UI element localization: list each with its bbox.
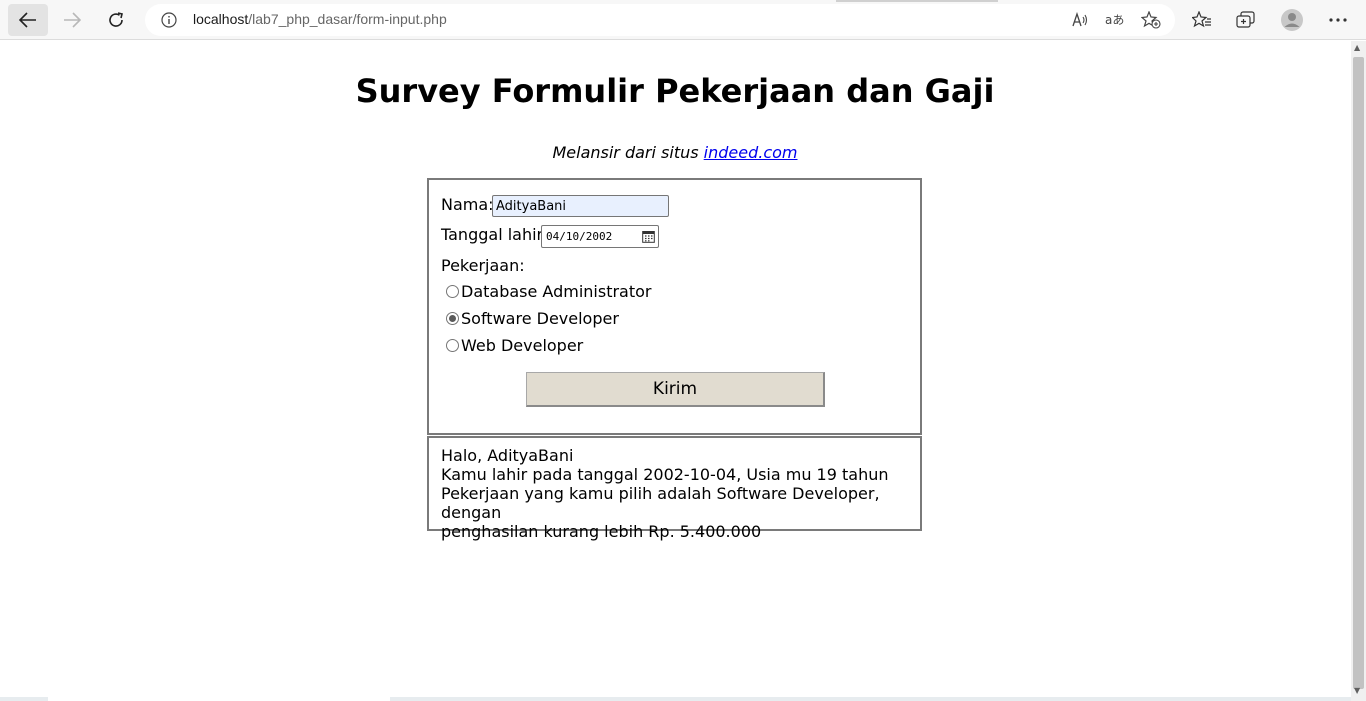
nama-label: Nama: bbox=[441, 195, 494, 214]
calendar-icon[interactable] bbox=[642, 230, 655, 243]
scroll-thumb[interactable] bbox=[1353, 57, 1364, 689]
reload-icon bbox=[109, 12, 123, 27]
source-line: Melansir dari situs indeed.com bbox=[0, 143, 1350, 162]
tab-indicator bbox=[836, 0, 998, 2]
nama-input[interactable] bbox=[492, 195, 669, 217]
info-icon[interactable] bbox=[161, 12, 177, 32]
option-label: Web Developer bbox=[461, 336, 584, 355]
back-button[interactable] bbox=[8, 4, 48, 36]
source-prefix: Melansir dari situs bbox=[552, 143, 699, 162]
result-panel: Halo, AdityaBani Kamu lahir pada tanggal… bbox=[427, 436, 922, 541]
survey-form: Nama: Tanggal lahir: 04/10/2002 Pekerjaa… bbox=[427, 178, 922, 435]
option-label: Software Developer bbox=[461, 309, 619, 328]
kirim-button[interactable]: Kirim bbox=[526, 372, 825, 407]
read-aloud-icon[interactable] bbox=[1070, 11, 1090, 29]
arrow-right-icon bbox=[64, 12, 81, 28]
forward-button[interactable] bbox=[52, 4, 92, 36]
page-title: Survey Formulir Pekerjaan dan Gaji bbox=[355, 72, 995, 110]
source-link[interactable]: indeed.com bbox=[704, 143, 798, 162]
arrow-left-icon bbox=[19, 12, 36, 28]
tanggal-input[interactable]: 04/10/2002 bbox=[541, 225, 659, 248]
radio-option-web-developer[interactable]: Web Developer bbox=[446, 336, 583, 355]
taskbar-edge bbox=[0, 697, 1351, 701]
radio-button[interactable] bbox=[446, 339, 459, 352]
pekerjaan-label: Pekerjaan: bbox=[441, 256, 525, 275]
vertical-scrollbar[interactable]: ▲ ▼ bbox=[1351, 41, 1366, 701]
result-greeting: Halo, AdityaBani bbox=[441, 446, 574, 465]
url-path: /lab7_php_dasar/form-input.php bbox=[248, 11, 447, 27]
radio-option-software-developer[interactable]: Software Developer bbox=[446, 309, 619, 328]
address-bar[interactable]: localhost/lab7_php_dasar/form-input.php … bbox=[145, 4, 1175, 36]
radio-button-selected[interactable] bbox=[446, 312, 459, 325]
result-birth-info: Kamu lahir pada tanggal 2002-10-04, Usia… bbox=[441, 465, 889, 484]
tanggal-value: 04/10/2002 bbox=[546, 230, 613, 243]
scroll-up-icon[interactable]: ▲ bbox=[1354, 43, 1360, 52]
result-salary-info: penghasilan kurang lebih Rp. 5.400.000 bbox=[441, 522, 762, 541]
collections-icon[interactable] bbox=[1234, 8, 1258, 32]
taskbar-segment bbox=[48, 697, 390, 701]
reload-button[interactable] bbox=[96, 4, 136, 36]
browser-toolbar: localhost/lab7_php_dasar/form-input.php … bbox=[0, 0, 1366, 40]
url-text[interactable]: localhost/lab7_php_dasar/form-input.php bbox=[193, 11, 447, 27]
option-label: Database Administrator bbox=[461, 282, 652, 301]
radio-button[interactable] bbox=[446, 285, 459, 298]
svg-text:aあ: aあ bbox=[1105, 13, 1124, 27]
url-host: localhost bbox=[193, 11, 249, 27]
translate-icon[interactable]: aあ bbox=[1105, 11, 1125, 29]
result-job-info: Pekerjaan yang kamu pilih adalah Softwar… bbox=[441, 484, 885, 522]
profile-avatar-icon[interactable] bbox=[1280, 8, 1304, 32]
add-favorite-icon[interactable] bbox=[1141, 11, 1161, 29]
more-menu-icon[interactable] bbox=[1326, 8, 1350, 32]
favorites-icon[interactable] bbox=[1190, 8, 1214, 32]
tanggal-label: Tanggal lahir: bbox=[441, 225, 549, 244]
scroll-down-icon[interactable]: ▼ bbox=[1354, 686, 1360, 695]
radio-option-database-administrator[interactable]: Database Administrator bbox=[446, 282, 652, 301]
